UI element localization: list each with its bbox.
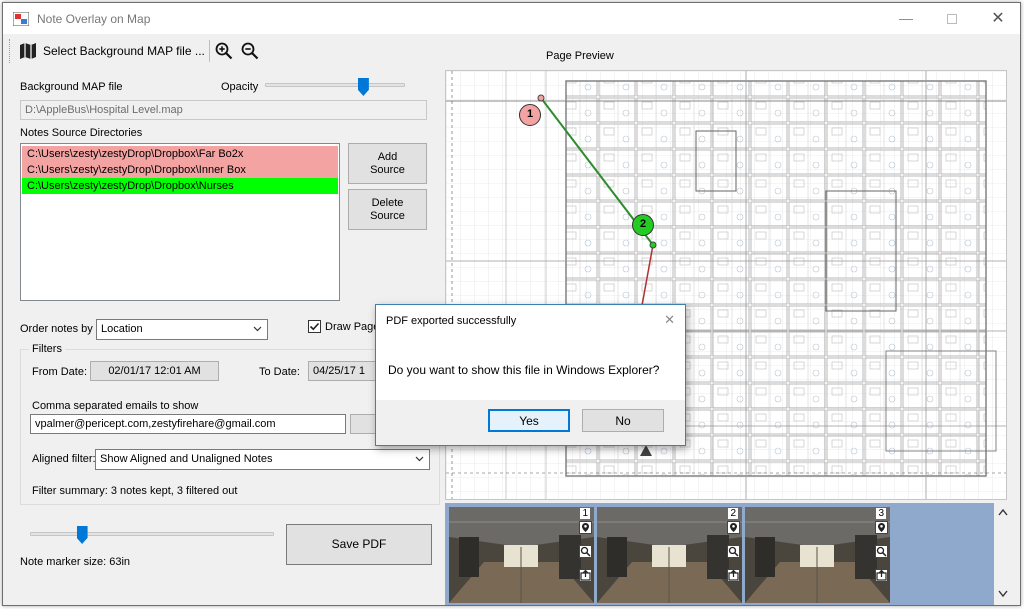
emails-label: Comma separated emails to show — [32, 400, 199, 412]
dialog-footer: Yes No — [376, 400, 685, 445]
source-list-item[interactable]: C:\Users\zesty\zestyDrop\Dropbox\Nurses — [22, 178, 338, 194]
thumbnail-number: 2 — [728, 508, 738, 519]
zoom-out-button[interactable] — [241, 39, 259, 63]
toolbar-grip[interactable] — [9, 39, 12, 63]
from-date-picker[interactable]: 02/01/17 12:01 AM — [90, 361, 219, 381]
scroll-down-icon[interactable] — [998, 590, 1008, 598]
source-list[interactable]: C:\Users\zesty\zestyDrop\Dropbox\Far Bo2… — [20, 143, 340, 301]
site-photo — [745, 507, 890, 603]
zoom-icon[interactable] — [727, 545, 740, 558]
marker-size-slider-thumb[interactable] — [76, 526, 88, 544]
location-pin-icon[interactable] — [579, 521, 592, 534]
to-date-picker[interactable]: 04/25/17 1 — [308, 361, 378, 381]
source-list-item[interactable]: C:\Users\zesty\zestyDrop\Dropbox\Far Bo2… — [22, 146, 338, 162]
zoom-icon[interactable] — [875, 545, 888, 558]
window-title: Note Overlay on Map — [37, 12, 151, 26]
location-pin-icon[interactable] — [727, 521, 740, 534]
dialog-message: Do you want to show this file in Windows… — [388, 363, 660, 377]
dialog-close-icon[interactable]: ✕ — [664, 312, 675, 328]
marker-size-label: Note marker size: 63in — [20, 556, 131, 568]
to-date-label: To Date: — [259, 366, 300, 378]
chevron-down-icon — [415, 456, 424, 462]
select-map-label: Select Background MAP file ... — [43, 44, 205, 58]
export-dialog: PDF exported successfully ✕ Do you want … — [375, 304, 686, 446]
notes-sources-label: Notes Source Directories — [20, 127, 143, 139]
minimize-button[interactable]: — — [883, 3, 929, 34]
thumbnail-number: 3 — [876, 508, 886, 519]
zoom-in-button[interactable] — [215, 39, 233, 63]
opacity-label: Opacity — [221, 81, 259, 93]
app-icon — [13, 12, 29, 26]
map-path-field[interactable]: D:\AppleBus\Hospital Level.map — [20, 100, 427, 120]
note-marker-1[interactable]: 1 — [519, 104, 541, 126]
scroll-up-icon[interactable] — [998, 508, 1008, 516]
delete-source-button[interactable]: Delete Source — [348, 189, 427, 230]
dialog-title: PDF exported successfully — [386, 315, 517, 327]
aligned-filter-label: Aligned filter: — [32, 453, 96, 465]
zoom-icon[interactable] — [579, 545, 592, 558]
thumbnail-number: 1 — [580, 508, 590, 519]
order-by-select[interactable]: Location — [96, 319, 268, 340]
select-map-button[interactable]: Select Background MAP file ... — [19, 39, 205, 63]
thumbnail-2[interactable]: 2 — [597, 507, 742, 603]
export-icon[interactable] — [579, 569, 592, 582]
order-by-value: Location — [101, 323, 143, 335]
map-icon — [20, 43, 36, 59]
export-icon[interactable] — [727, 569, 740, 582]
draw-page-checkbox[interactable] — [308, 320, 321, 333]
title-bar: Note Overlay on Map — ✕ — [3, 3, 1020, 34]
app-window: Note Overlay on Map — ✕ Select Backgroun… — [2, 2, 1021, 606]
maximize-button[interactable] — [929, 3, 975, 34]
opacity-slider-thumb[interactable] — [357, 78, 369, 96]
background-map-label: Background MAP file — [20, 81, 123, 93]
checkmark-icon — [309, 322, 320, 331]
note-marker-2[interactable]: 2 — [632, 214, 654, 236]
opacity-slider[interactable] — [265, 83, 405, 87]
page-preview-title: Page Preview — [546, 50, 614, 62]
add-source-button[interactable]: Add Source — [348, 143, 427, 184]
chevron-down-icon — [253, 326, 262, 332]
aligned-filter-select[interactable]: Show Aligned and Unaligned Notes — [95, 449, 430, 470]
source-list-item[interactable]: C:\Users\zesty\zestyDrop\Dropbox\Inner B… — [22, 162, 338, 178]
draw-page-label: Draw Page — [325, 321, 380, 333]
save-pdf-button[interactable]: Save PDF — [286, 524, 432, 565]
emails-input[interactable]: vpalmer@pericept.com,zestyfirehare@gmail… — [30, 414, 346, 434]
order-by-label: Order notes by — [20, 323, 93, 335]
zoom-out-icon — [241, 42, 259, 60]
thumbnail-3[interactable]: 3 — [745, 507, 890, 603]
minimize-icon: — — [899, 10, 913, 26]
toolbar: Select Background MAP file ... — [3, 34, 1020, 68]
close-icon: ✕ — [991, 10, 1005, 27]
yes-button[interactable]: Yes — [488, 409, 570, 432]
site-photo — [449, 507, 594, 603]
toolbar-separator — [209, 40, 210, 62]
aligned-filter-value: Show Aligned and Unaligned Notes — [100, 453, 273, 465]
location-pin-icon[interactable] — [875, 521, 888, 534]
filter-summary: Filter summary: 3 notes kept, 3 filtered… — [32, 485, 238, 497]
filters-label: Filters — [29, 343, 65, 355]
marker-size-slider[interactable] — [30, 532, 274, 536]
close-button[interactable]: ✕ — [975, 3, 1020, 34]
zoom-in-icon — [215, 42, 233, 60]
thumbnail-strip: 1 2 3 — [445, 503, 994, 605]
no-button[interactable]: No — [582, 409, 664, 432]
site-photo — [597, 507, 742, 603]
maximize-icon — [947, 14, 957, 25]
thumbnail-1[interactable]: 1 — [449, 507, 594, 603]
export-icon[interactable] — [875, 569, 888, 582]
thumbnail-scrollbar[interactable] — [995, 503, 1011, 605]
from-date-label: From Date: — [32, 366, 88, 378]
